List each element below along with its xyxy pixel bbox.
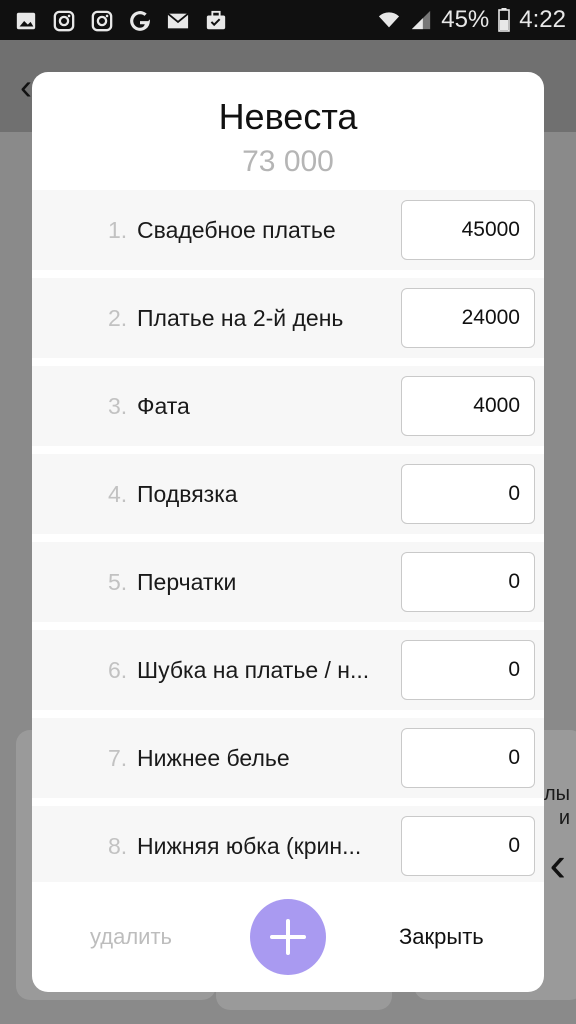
item-amount-input[interactable] [401, 728, 535, 788]
system-status: 45% 4:22 [377, 6, 566, 34]
delete-button[interactable]: удалить [90, 924, 172, 950]
item-number: 2. [108, 305, 128, 331]
item-number: 8. [108, 833, 128, 859]
item-label: Шубка на платье / н... [137, 657, 370, 683]
item-amount-input[interactable] [401, 376, 535, 436]
add-item-button[interactable] [250, 899, 326, 975]
item-number: 7. [108, 745, 128, 771]
briefcase-check-icon [204, 10, 228, 32]
budget-dialog: Невеста 73 000 1. Свадебное платье 2. Пл… [32, 72, 544, 992]
plus-icon [270, 919, 306, 955]
item-number: 6. [108, 657, 128, 683]
dialog-total: 73 000 [242, 145, 334, 178]
item-amount-input[interactable] [401, 816, 535, 876]
close-button[interactable]: Закрыть [399, 924, 484, 950]
item-number: 1. [108, 217, 128, 243]
battery-icon [497, 8, 511, 32]
item-label: Перчатки [137, 569, 237, 595]
list-item: 3. Фата [32, 366, 544, 446]
google-icon [128, 10, 152, 32]
item-label: Фата [137, 393, 190, 419]
item-label: Нижнее белье [137, 745, 290, 771]
battery-percent: 45% [441, 6, 490, 33]
item-label: Подвязка [137, 481, 238, 507]
signal-icon [409, 9, 433, 31]
list-item: 7. Нижнее белье [32, 718, 544, 798]
list-item: 5. Перчатки [32, 542, 544, 622]
expense-list[interactable]: 1. Свадебное платье 2. Платье на 2-й ден… [32, 190, 544, 882]
list-item: 1. Свадебное платье [32, 190, 544, 270]
dialog-footer: удалить Закрыть [32, 882, 544, 992]
mail-icon [166, 10, 190, 32]
item-amount-input[interactable] [401, 640, 535, 700]
clock: 4:22 [519, 6, 566, 33]
status-bar: 45% 4:22 [0, 0, 576, 40]
item-number: 5. [108, 569, 128, 595]
item-label: Платье на 2-й день [137, 305, 344, 331]
back-icon: ‹ [20, 66, 32, 107]
background-text-line: и [558, 807, 570, 829]
chevron-left-icon: ‹ [549, 836, 566, 892]
item-amount-input[interactable] [401, 200, 535, 260]
list-item: 2. Платье на 2-й день [32, 278, 544, 358]
item-label: Нижняя юбка (крин... [137, 833, 362, 859]
item-amount-input[interactable] [401, 288, 535, 348]
instagram-icon [52, 10, 76, 32]
item-amount-input[interactable] [401, 552, 535, 612]
notification-icons [14, 9, 228, 33]
list-item: 4. Подвязка [32, 454, 544, 534]
item-amount-input[interactable] [401, 464, 535, 524]
item-number: 4. [108, 481, 128, 507]
background-text-line: лы [543, 783, 570, 805]
instagram-icon [90, 10, 114, 32]
wifi-icon [377, 9, 401, 31]
list-item: 8. Нижняя юбка (крин... [32, 806, 544, 882]
background-card-text: лы и [544, 782, 570, 830]
item-label: Свадебное платье [137, 217, 336, 243]
gallery-icon [14, 10, 38, 32]
dialog-title: Невеста [218, 96, 358, 137]
item-number: 3. [108, 393, 128, 419]
list-item: 6. Шубка на платье / н... [32, 630, 544, 710]
